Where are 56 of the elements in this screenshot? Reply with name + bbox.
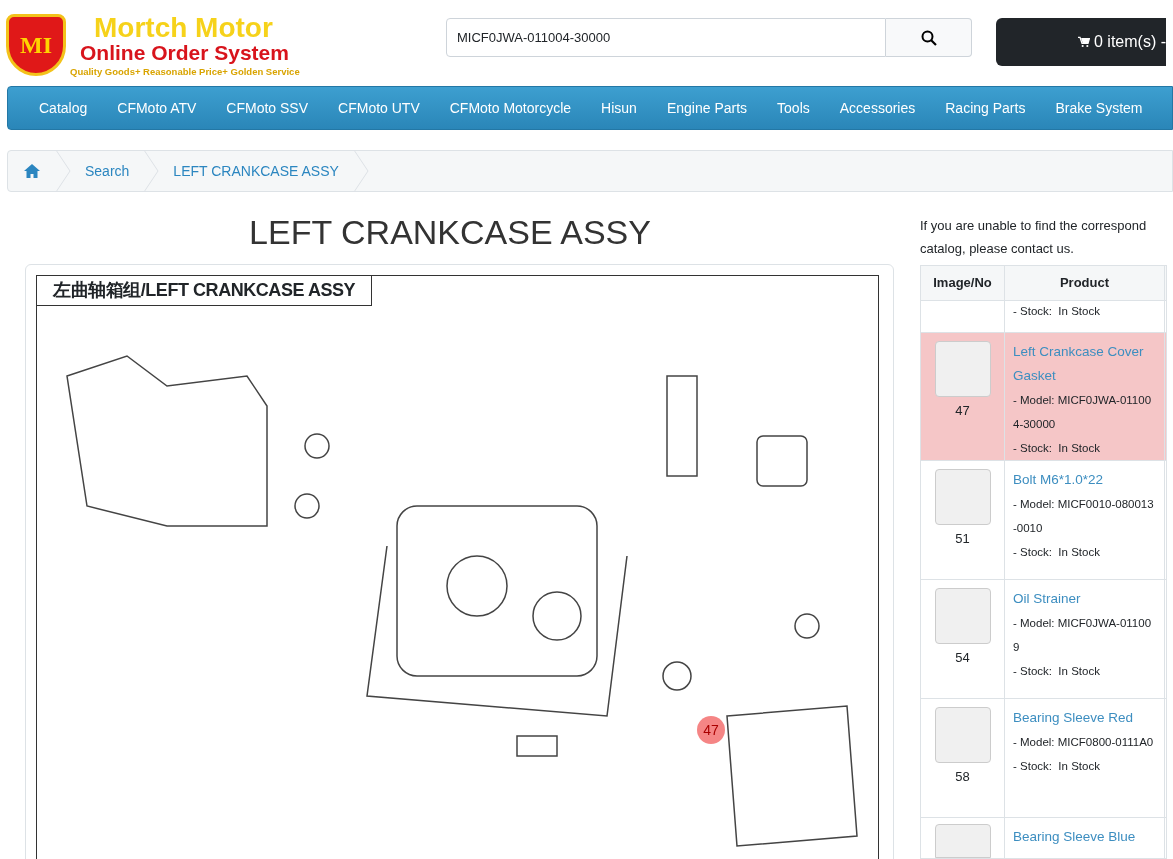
search-button[interactable] bbox=[886, 18, 972, 57]
product-thumbnail bbox=[934, 824, 991, 858]
model-text: - Model: MICF0JWA-011009 bbox=[1013, 616, 1153, 655]
stock-text: - Stock: In Stock bbox=[1013, 759, 1101, 774]
logo-tagline: Quality Goods+ Reasonable Price+ Golden Service bbox=[70, 67, 300, 77]
nav-link[interactable]: CFMoto ATV bbox=[102, 97, 212, 119]
stock-text: - Stock: In Stock bbox=[1013, 441, 1101, 456]
breadcrumb-link[interactable]: Search bbox=[71, 160, 144, 182]
stock-text: - Stock: In Stock bbox=[1013, 305, 1100, 317]
table-row[interactable]: 58 Bearing Sleeve Red - Model: MICF0800-0111A0 - Stock: In Stock bbox=[920, 698, 1167, 818]
nav-link[interactable]: Racing Parts bbox=[930, 97, 1041, 119]
column-header: Image/No bbox=[920, 265, 1005, 301]
stock-text: - Stock: In Stock bbox=[1013, 664, 1101, 679]
part-number: 47 bbox=[955, 402, 970, 420]
product-thumbnail bbox=[934, 469, 991, 525]
breadcrumb-link[interactable]: LEFT CRANKCASE ASSY bbox=[159, 160, 353, 182]
table-row[interactable]: 47 Left Crankcase Cover Gasket - Model: MICF0JWA-011004-30000 - Stock: In Stock bbox=[920, 332, 1167, 461]
part-number: 51 bbox=[955, 530, 970, 548]
nav-link[interactable]: CFMoto UTV bbox=[323, 97, 435, 119]
stock-text: - Stock: In Stock bbox=[1013, 545, 1101, 560]
table-row[interactable]: Bearing Sleeve Blue bbox=[920, 817, 1167, 859]
search-field[interactable]: MICF0JWA-011004-30000 bbox=[446, 18, 886, 57]
search-icon bbox=[920, 29, 937, 46]
logo-subtitle: Online Order System bbox=[80, 42, 290, 64]
page-heading: LEFT CRANKCASE ASSY bbox=[248, 212, 651, 253]
table-row[interactable]: 54 Oil Strainer - Model: MICF0JWA-011009 - Stock: In Stock bbox=[920, 579, 1167, 699]
product-link[interactable]: Left Crankcase Cover Gasket bbox=[1013, 340, 1156, 388]
model-text: - Model: MICF0JWA-011004-30000 bbox=[1013, 393, 1153, 432]
logo-shield: MI bbox=[6, 14, 66, 76]
nav-link[interactable]: Accessories bbox=[824, 97, 931, 119]
product-link[interactable]: Bolt M6*1.0*22 bbox=[1013, 468, 1156, 492]
notice-text: If you are unable to find the correspond catalog, please contact us. bbox=[920, 217, 1148, 258]
table-row[interactable]: 51 Bolt M6*1.0*22 - Model: MICF0010-080013-0010 - Stock: In Stock bbox=[920, 460, 1167, 580]
column-header: Product bbox=[1004, 265, 1165, 301]
product-thumbnail bbox=[934, 588, 991, 644]
product-thumbnail bbox=[934, 341, 991, 397]
model-text: - Model: MICF0010-080013-0010 bbox=[1013, 497, 1155, 536]
product-thumbnail bbox=[934, 707, 991, 763]
table-row[interactable]: - Stock: In Stock bbox=[920, 300, 1167, 333]
nav-link[interactable]: CFMoto Motorcycle bbox=[434, 97, 587, 119]
hotspot-marker[interactable]: 47 bbox=[697, 716, 725, 744]
product-link[interactable]: Oil Strainer bbox=[1013, 587, 1156, 611]
nav-link[interactable]: CFMoto SSV bbox=[211, 97, 324, 119]
logo-name: Mortch Motor bbox=[94, 14, 274, 42]
nav-link[interactable]: Catalog bbox=[24, 97, 103, 119]
product-link[interactable]: Bearing Sleeve Red bbox=[1013, 706, 1156, 730]
nav-link[interactable]: Brake System bbox=[1040, 97, 1158, 119]
nav-link[interactable]: Tools bbox=[762, 97, 825, 119]
diagram-title: 左曲轴箱组/LEFT CRANKCASE ASSY bbox=[37, 276, 373, 306]
model-text: - Model: MICF0800-0111A0 bbox=[1013, 735, 1155, 750]
part-number: 58 bbox=[955, 768, 970, 786]
nav-link[interactable]: Engine Parts bbox=[651, 97, 763, 119]
cart-button[interactable]: 0 item(s) - bbox=[996, 18, 1166, 66]
nav-link[interactable]: Hisun bbox=[586, 97, 652, 119]
part-number: 54 bbox=[955, 649, 970, 667]
cart-icon bbox=[1078, 34, 1090, 50]
